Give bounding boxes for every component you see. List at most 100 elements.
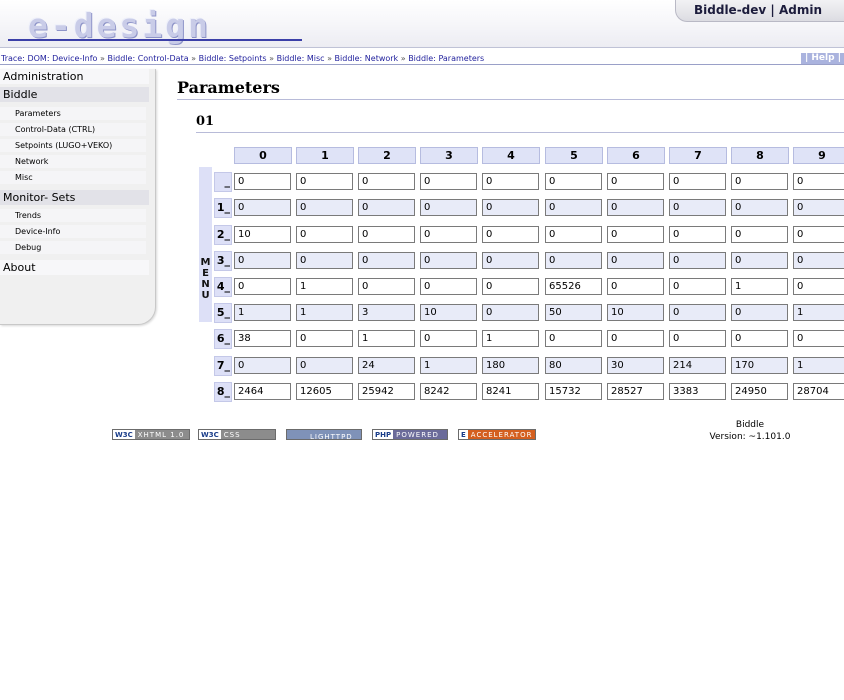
parameter-input[interactable]: 30 — [607, 357, 664, 374]
breadcrumb-item[interactable]: Biddle: Network — [335, 54, 399, 63]
parameter-input[interactable]: 0 — [731, 304, 788, 321]
parameter-input[interactable]: 8242 — [420, 383, 477, 400]
row-label[interactable]: _ — [214, 172, 232, 192]
parameter-input[interactable]: 1 — [793, 304, 844, 321]
parameter-input[interactable]: 0 — [731, 252, 788, 269]
parameter-input[interactable]: 0 — [234, 173, 291, 190]
sidebar-item-biddle[interactable]: Biddle — [0, 87, 149, 102]
parameter-input[interactable]: 0 — [296, 330, 353, 347]
sidebar-subitem-parameters[interactable]: Parameters — [0, 107, 146, 120]
sidebar-subitem-trends[interactable]: Trends — [0, 209, 146, 222]
parameter-input[interactable]: 180 — [482, 357, 539, 374]
parameter-input[interactable]: 0 — [731, 199, 788, 216]
parameter-input[interactable]: 0 — [607, 226, 664, 243]
parameter-input[interactable]: 1 — [793, 357, 844, 374]
parameter-input[interactable]: 0 — [607, 199, 664, 216]
parameter-input[interactable]: 3 — [358, 304, 415, 321]
account-tab[interactable]: Biddle-dev | Admin — [675, 0, 844, 22]
footer-badge[interactable]: LIGHTTPD — [286, 429, 362, 440]
parameter-input[interactable]: 24 — [358, 357, 415, 374]
parameter-input[interactable]: 0 — [296, 357, 353, 374]
parameter-input[interactable]: 0 — [482, 278, 539, 295]
parameter-input[interactable]: 1 — [296, 304, 353, 321]
breadcrumb-item[interactable]: Biddle: Parameters — [408, 54, 484, 63]
breadcrumb-item[interactable]: Biddle: Setpoints — [199, 54, 267, 63]
parameter-input[interactable]: 0 — [545, 226, 602, 243]
parameter-input[interactable]: 0 — [669, 278, 726, 295]
parameter-input[interactable]: 0 — [545, 199, 602, 216]
sidebar-subitem-setpoints[interactable]: Setpoints (LUGO+VEKO) — [0, 139, 146, 152]
parameter-input[interactable]: 1 — [420, 357, 477, 374]
parameter-input[interactable]: 0 — [420, 252, 477, 269]
parameter-input[interactable]: 12605 — [296, 383, 353, 400]
parameter-input[interactable]: 0 — [482, 304, 539, 321]
parameter-input[interactable]: 0 — [296, 252, 353, 269]
row-label[interactable]: 1_ — [214, 198, 232, 218]
parameter-input[interactable]: 28704 — [793, 383, 844, 400]
parameter-input[interactable]: 0 — [420, 278, 477, 295]
parameter-input[interactable]: 0 — [296, 199, 353, 216]
row-label[interactable]: 8_ — [214, 382, 232, 402]
parameter-input[interactable]: 0 — [607, 173, 664, 190]
parameter-input[interactable]: 0 — [545, 173, 602, 190]
parameter-input[interactable]: 214 — [669, 357, 726, 374]
parameter-input[interactable]: 10 — [420, 304, 477, 321]
parameter-input[interactable]: 0 — [420, 199, 477, 216]
parameter-input[interactable]: 0 — [731, 330, 788, 347]
breadcrumb-item[interactable]: Biddle: Misc — [277, 54, 325, 63]
parameter-input[interactable]: 0 — [545, 330, 602, 347]
parameter-input[interactable]: 0 — [420, 330, 477, 347]
row-label[interactable]: 3_ — [214, 251, 232, 271]
parameter-input[interactable]: 24950 — [731, 383, 788, 400]
parameter-input[interactable]: 0 — [358, 173, 415, 190]
parameter-input[interactable]: 0 — [669, 304, 726, 321]
parameter-input[interactable]: 0 — [358, 278, 415, 295]
parameter-input[interactable]: 0 — [607, 252, 664, 269]
breadcrumb-item[interactable]: DOM: Device-Info — [27, 54, 97, 63]
menu-vertical-label[interactable]: M E N U — [199, 167, 212, 322]
parameter-input[interactable]: 10 — [607, 304, 664, 321]
parameter-input[interactable]: 0 — [482, 226, 539, 243]
parameter-input[interactable]: 8241 — [482, 383, 539, 400]
row-label[interactable]: 2_ — [214, 225, 232, 245]
sidebar-subitem-misc[interactable]: Misc — [0, 171, 146, 184]
parameter-input[interactable]: 0 — [482, 199, 539, 216]
parameter-input[interactable]: 1 — [731, 278, 788, 295]
parameter-input[interactable]: 0 — [607, 330, 664, 347]
parameter-input[interactable]: 0 — [669, 226, 726, 243]
row-label[interactable]: 6_ — [214, 329, 232, 349]
row-label[interactable]: 7_ — [214, 356, 232, 376]
account-label[interactable]: Biddle-dev | Admin — [694, 3, 822, 17]
parameter-input[interactable]: 0 — [793, 173, 844, 190]
sidebar-subitem-device-info[interactable]: Device-Info — [0, 225, 146, 238]
parameter-input[interactable]: 1 — [358, 330, 415, 347]
sidebar-subitem-debug[interactable]: Debug — [0, 241, 146, 254]
parameter-input[interactable]: 28527 — [607, 383, 664, 400]
parameter-input[interactable]: 0 — [793, 199, 844, 216]
parameter-input[interactable]: 170 — [731, 357, 788, 374]
parameter-input[interactable]: 0 — [234, 252, 291, 269]
breadcrumb-item[interactable]: Biddle: Control-Data — [107, 54, 188, 63]
parameter-input[interactable]: 50 — [545, 304, 602, 321]
parameter-input[interactable]: 0 — [482, 252, 539, 269]
parameter-input[interactable]: 0 — [358, 199, 415, 216]
parameter-input[interactable]: 0 — [358, 252, 415, 269]
parameter-input[interactable]: 0 — [296, 226, 353, 243]
footer-badge[interactable]: W3C CSS — [198, 429, 276, 440]
parameter-input[interactable]: 0 — [420, 226, 477, 243]
parameter-input[interactable]: 80 — [545, 357, 602, 374]
parameter-input[interactable]: 10 — [234, 226, 291, 243]
sidebar-subitem-network[interactable]: Network — [0, 155, 146, 168]
parameter-input[interactable]: 0 — [420, 173, 477, 190]
parameter-input[interactable]: 38 — [234, 330, 291, 347]
parameter-input[interactable]: 25942 — [358, 383, 415, 400]
parameter-input[interactable]: 1 — [482, 330, 539, 347]
parameter-input[interactable]: 0 — [482, 173, 539, 190]
parameter-input[interactable]: 0 — [234, 278, 291, 295]
parameter-input[interactable]: 0 — [669, 173, 726, 190]
parameter-input[interactable]: 0 — [296, 173, 353, 190]
parameter-input[interactable]: 15732 — [545, 383, 602, 400]
parameter-input[interactable]: 65526 — [545, 278, 602, 295]
parameter-input[interactable]: 0 — [234, 199, 291, 216]
parameter-input[interactable]: 0 — [358, 226, 415, 243]
